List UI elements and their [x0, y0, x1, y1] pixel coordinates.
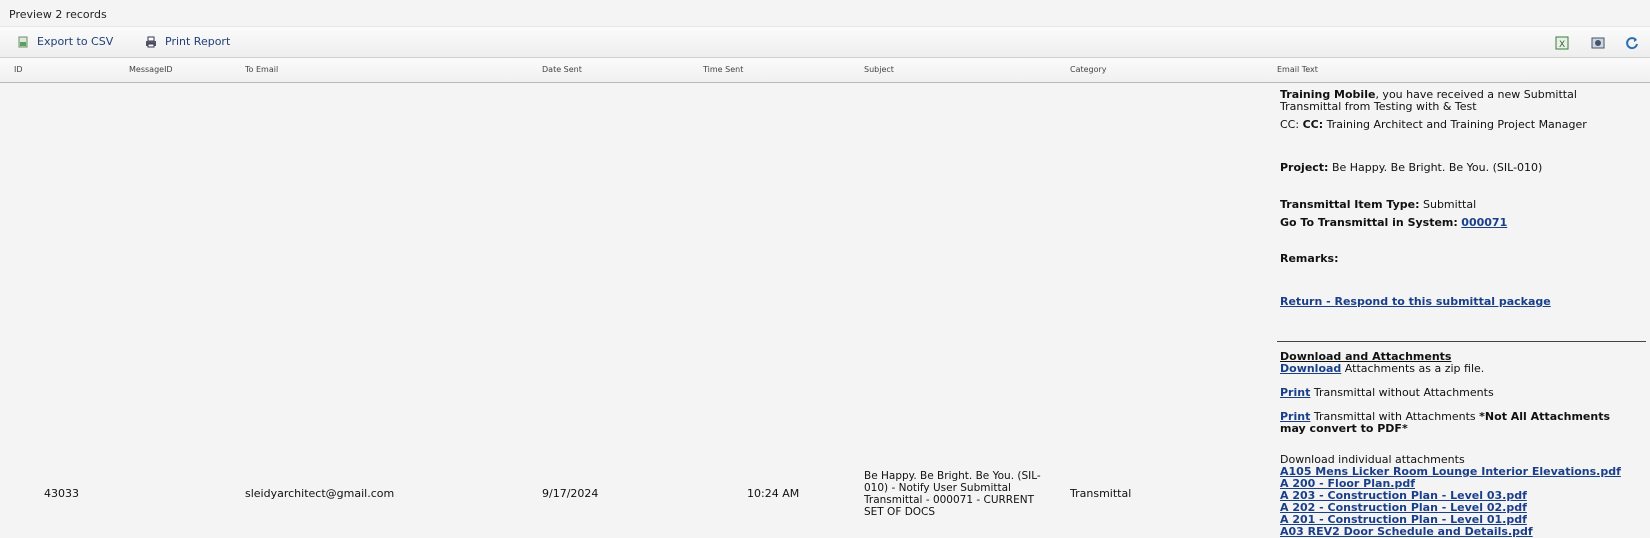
- item-type-value: Submittal: [1419, 198, 1477, 211]
- item-type-label: Transmittal Item Type:: [1280, 198, 1420, 211]
- cc-label: CC:: [1302, 118, 1324, 131]
- print-without-text: Transmittal without Attachments: [1310, 386, 1494, 399]
- cell-date-sent: 9/17/2024: [542, 487, 599, 500]
- divider: [1277, 341, 1646, 342]
- goto-label: Go To Transmittal in System:: [1280, 216, 1458, 229]
- col-message-id[interactable]: MessageID: [129, 65, 173, 74]
- transmittal-link[interactable]: 000071: [1461, 216, 1507, 229]
- project-value: Be Happy. Be Bright. Be You. (SIL-010): [1328, 161, 1543, 174]
- toolbar: Export to CSV Print Report X: [0, 26, 1650, 58]
- col-date-sent[interactable]: Date Sent: [542, 65, 582, 74]
- refresh-icon[interactable]: [1624, 35, 1640, 51]
- cc-prefix: CC:: [1280, 118, 1303, 131]
- cell-time-sent: 10:24 AM: [747, 487, 800, 500]
- remarks-label: Remarks:: [1280, 252, 1339, 265]
- csv-icon: [17, 36, 29, 48]
- cell-to-email: sleidyarchitect@gmail.com: [245, 487, 395, 500]
- svg-text:X: X: [1559, 40, 1565, 50]
- return-respond-link[interactable]: Return - Respond to this submittal packa…: [1280, 295, 1551, 308]
- print-report-button[interactable]: Print Report: [145, 35, 230, 48]
- col-id[interactable]: ID: [14, 65, 23, 74]
- col-time-sent[interactable]: Time Sent: [703, 65, 743, 74]
- download-zip-link[interactable]: Download: [1280, 362, 1341, 375]
- export-csv-label: Export to CSV: [37, 35, 114, 48]
- print-report-label: Print Report: [165, 35, 231, 48]
- cc-value: Training Architect and Training Project …: [1323, 118, 1587, 131]
- print-without-link[interactable]: Print: [1280, 386, 1310, 399]
- col-category[interactable]: Category: [1070, 65, 1107, 74]
- print-icon: [145, 36, 157, 48]
- cell-category: Transmittal: [1070, 487, 1132, 500]
- col-email-text[interactable]: Email Text: [1277, 65, 1318, 74]
- attachment-list: A105 Mens Licker Room Lounge Interior El…: [1280, 466, 1621, 538]
- cell-subject: Be Happy. Be Bright. Be You. (SIL-010) -…: [864, 470, 1041, 518]
- project-label: Project:: [1280, 161, 1329, 174]
- export-csv-button[interactable]: Export to CSV: [17, 35, 113, 48]
- excel-icon[interactable]: X: [1554, 35, 1570, 51]
- column-header-row: ID MessageID To Email Date Sent Time Sen…: [0, 58, 1650, 83]
- col-subject[interactable]: Subject: [864, 65, 894, 74]
- attachment-link[interactable]: A03 REV2 Door Schedule and Details.pdf: [1280, 525, 1533, 538]
- col-to-email[interactable]: To Email: [245, 65, 278, 74]
- cell-message-id: 43033: [44, 487, 79, 500]
- settings-icon[interactable]: [1590, 35, 1606, 51]
- download-rest: Attachments as a zip file.: [1341, 362, 1485, 375]
- page-title: Preview 2 records: [9, 8, 107, 21]
